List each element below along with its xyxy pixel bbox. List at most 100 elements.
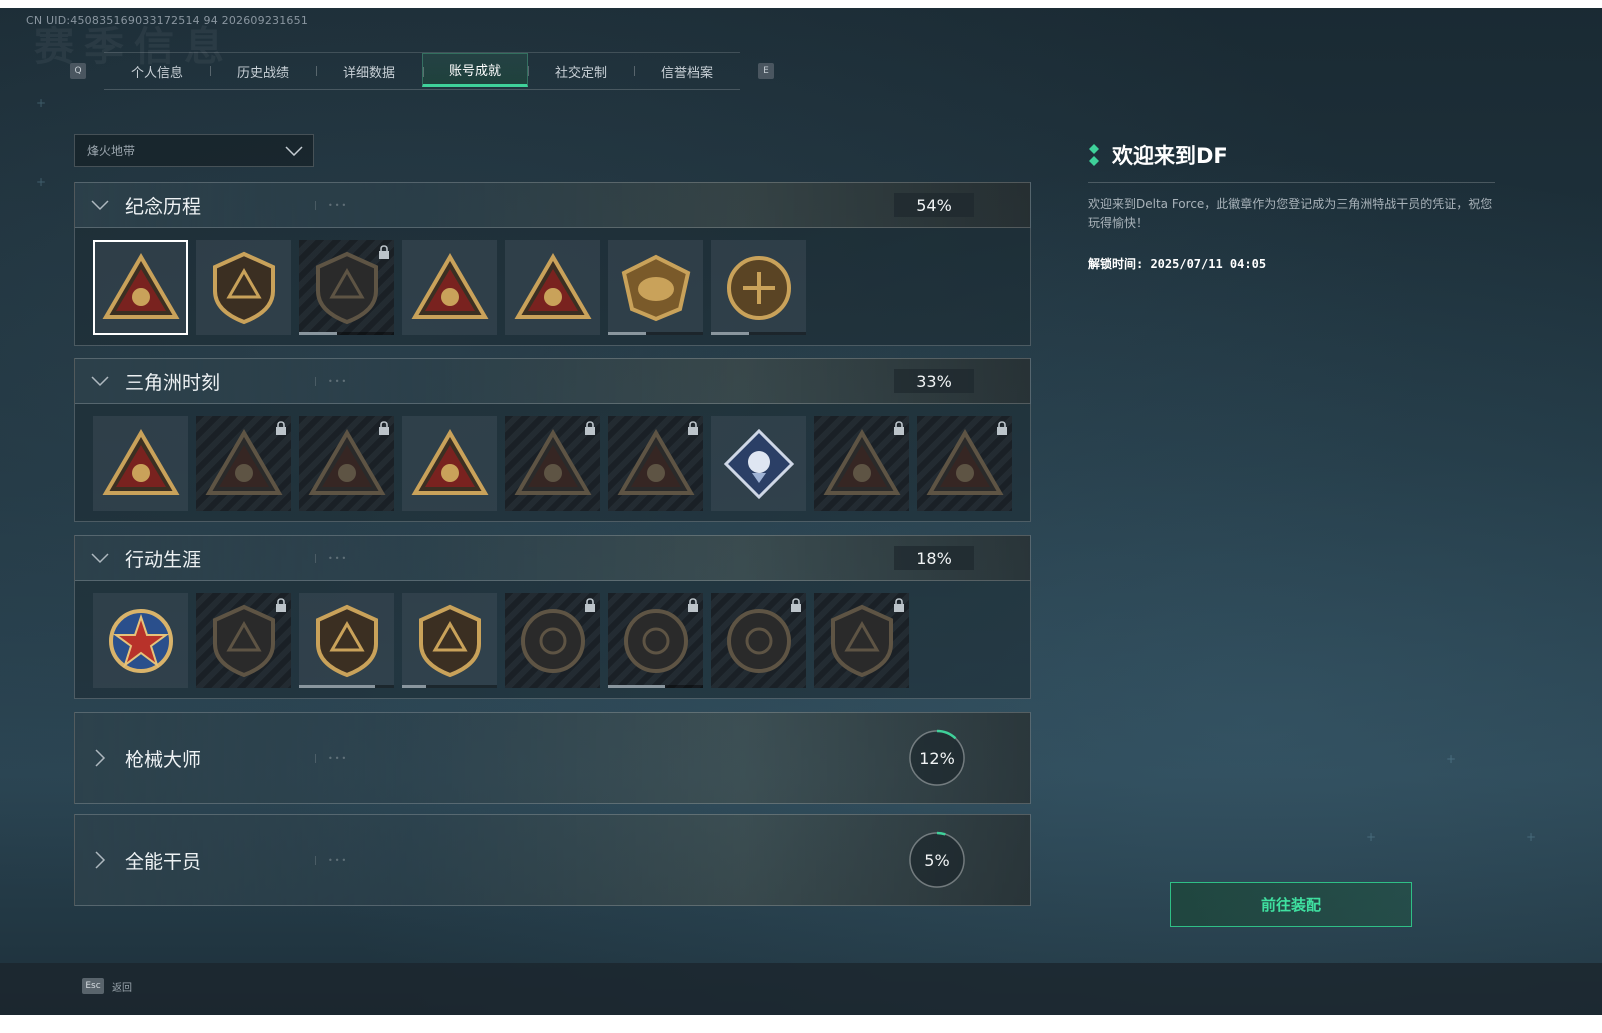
badge-unlock-time: 解锁时间: 2025/07/11 04:05 xyxy=(1088,257,1267,271)
section-title: 三角洲时刻 xyxy=(125,371,221,394)
eye-emblem-badge[interactable] xyxy=(711,593,806,688)
chevron-down-icon xyxy=(285,145,303,156)
grid-plus-icon: + xyxy=(1366,830,1377,844)
section-divider: ••• xyxy=(315,376,348,386)
grid-plus-icon: + xyxy=(36,175,47,189)
badge-progress-bar xyxy=(711,332,806,335)
section-percent: 33% xyxy=(894,369,974,393)
tab-4[interactable]: 账号成就 xyxy=(422,53,528,87)
prev-tab-key[interactable]: Q xyxy=(70,63,86,79)
gem-shield-badge[interactable] xyxy=(402,593,497,688)
tab-2[interactable]: 历史战绩 xyxy=(210,53,316,89)
back-button[interactable]: Esc 返回 xyxy=(82,978,132,994)
badge-grid xyxy=(74,404,1031,522)
star-medal-badge[interactable] xyxy=(93,593,188,688)
chevron-right-icon[interactable] xyxy=(75,748,125,768)
round-emblem-badge[interactable] xyxy=(505,593,600,688)
bottom-edge xyxy=(0,1015,1602,1033)
operator-triangle-badge[interactable] xyxy=(196,416,291,511)
skull-crosshair-badge[interactable] xyxy=(608,593,703,688)
lock-icon xyxy=(584,420,596,439)
rank-1-triangle-badge[interactable] xyxy=(402,240,497,335)
lock-icon xyxy=(275,597,287,616)
achievement-section: 全能干员 ••• 5% xyxy=(74,814,1031,906)
section-progress-ring: 5% xyxy=(908,831,966,889)
helicopter-badge[interactable] xyxy=(196,240,291,335)
lock-icon xyxy=(893,420,905,439)
section-header[interactable]: 三角洲时刻 ••• 33% xyxy=(74,358,1031,404)
lock-icon xyxy=(687,597,699,616)
section-divider: ••• xyxy=(315,753,348,763)
section-title: 全能干员 xyxy=(125,850,202,873)
rank-2-triangle-badge[interactable] xyxy=(505,240,600,335)
back-label: 返回 xyxy=(112,982,132,994)
go-equip-button[interactable]: 前往装配 xyxy=(1170,882,1412,927)
lock-icon xyxy=(378,420,390,439)
badge-progress-bar xyxy=(402,685,497,688)
section-percent: 54% xyxy=(894,193,974,217)
section-percent: 5% xyxy=(924,850,950,870)
grid-plus-icon: + xyxy=(1526,830,1537,844)
mode-select[interactable]: 烽火地带 xyxy=(74,134,314,167)
lock-icon xyxy=(687,420,699,439)
tab-list: 个人信息 历史战绩 详细数据 账号成就 社交定制 信誉档案 xyxy=(104,52,740,90)
section-divider: ••• xyxy=(315,855,348,865)
section-progress-ring: 12% xyxy=(908,729,966,787)
squad-triangle-badge[interactable] xyxy=(402,416,497,511)
shield-emblem-badge[interactable] xyxy=(196,593,291,688)
badge-grid xyxy=(74,581,1031,699)
achievement-section: 枪械大师 ••• 12% xyxy=(74,712,1031,804)
badge-detail-panel: 欢迎来到DF 欢迎来到Delta Force，此徽章作为您登记成为三角洲特战干员… xyxy=(1088,140,1495,272)
emblem-triangle-badge[interactable] xyxy=(299,416,394,511)
lock-icon xyxy=(584,597,596,616)
section-title: 行动生涯 xyxy=(125,548,202,571)
chevron-down-icon[interactable] xyxy=(75,548,125,568)
lock-icon xyxy=(378,244,390,263)
section-divider: ••• xyxy=(315,553,348,563)
lock-icon xyxy=(790,597,802,616)
lock-icon xyxy=(996,420,1008,439)
tab-1[interactable]: 个人信息 xyxy=(104,53,210,89)
dark-shield-badge[interactable] xyxy=(299,240,394,335)
next-tab-key[interactable]: E xyxy=(758,63,774,79)
grid-plus-icon: + xyxy=(36,96,47,110)
crest-shield-badge[interactable] xyxy=(299,593,394,688)
badge-detail-header: 欢迎来到DF xyxy=(1088,140,1495,183)
badge-detail-description: 欢迎来到Delta Force，此徽章作为您登记成为三角洲特战干员的凭证，祝您玩… xyxy=(1088,197,1493,230)
team-triangle-badge[interactable] xyxy=(505,416,600,511)
section-header[interactable]: 行动生涯 ••• 18% xyxy=(74,535,1031,581)
achievement-section: 三角洲时刻 ••• 33% xyxy=(74,358,1031,522)
top-edge xyxy=(0,0,1602,8)
lock-icon xyxy=(275,420,287,439)
grid-plus-icon: + xyxy=(1446,752,1457,766)
badge-progress-bar xyxy=(299,685,394,688)
eagle-emblem-badge[interactable] xyxy=(814,593,909,688)
delta-force-2026-badge[interactable] xyxy=(711,240,806,335)
tab-3[interactable]: 详细数据 xyxy=(316,53,422,89)
achievement-section: 纪念历程 ••• 54% xyxy=(74,182,1031,346)
badge-detail-title: 欢迎来到DF xyxy=(1112,144,1228,168)
section-header[interactable]: 枪械大师 ••• 12% xyxy=(74,712,1031,804)
delta-triangle-shield-badge[interactable] xyxy=(93,240,188,335)
tab-6[interactable]: 信誉档案 xyxy=(634,53,740,89)
skull-triangle-badge[interactable] xyxy=(814,416,909,511)
section-header[interactable]: 纪念历程 ••• 54% xyxy=(74,182,1031,228)
section-percent: 12% xyxy=(919,748,955,768)
section-header[interactable]: 全能干员 ••• 5% xyxy=(74,814,1031,906)
chevron-down-icon[interactable] xyxy=(75,371,125,391)
badge-grid xyxy=(74,228,1031,346)
rose-diamond-badge[interactable] xyxy=(711,416,806,511)
section-divider: ••• xyxy=(315,200,348,210)
diamond-marker-icon xyxy=(1089,144,1099,166)
chevron-right-icon[interactable] xyxy=(75,850,125,870)
supply-crate-triangle-badge[interactable] xyxy=(93,416,188,511)
beast-triangle-badge[interactable] xyxy=(608,416,703,511)
delta-force-eagle-badge[interactable] xyxy=(608,240,703,335)
lock-icon xyxy=(893,597,905,616)
player-uid: CN UID:450835169033172514 94 20260923165… xyxy=(26,14,309,27)
tab-bar: Q 个人信息 历史战绩 详细数据 账号成就 社交定制 信誉档案 E xyxy=(70,52,774,90)
tab-5[interactable]: 社交定制 xyxy=(528,53,634,89)
headset-triangle-badge[interactable] xyxy=(917,416,1012,511)
section-title: 纪念历程 xyxy=(125,195,202,218)
chevron-down-icon[interactable] xyxy=(75,195,125,215)
